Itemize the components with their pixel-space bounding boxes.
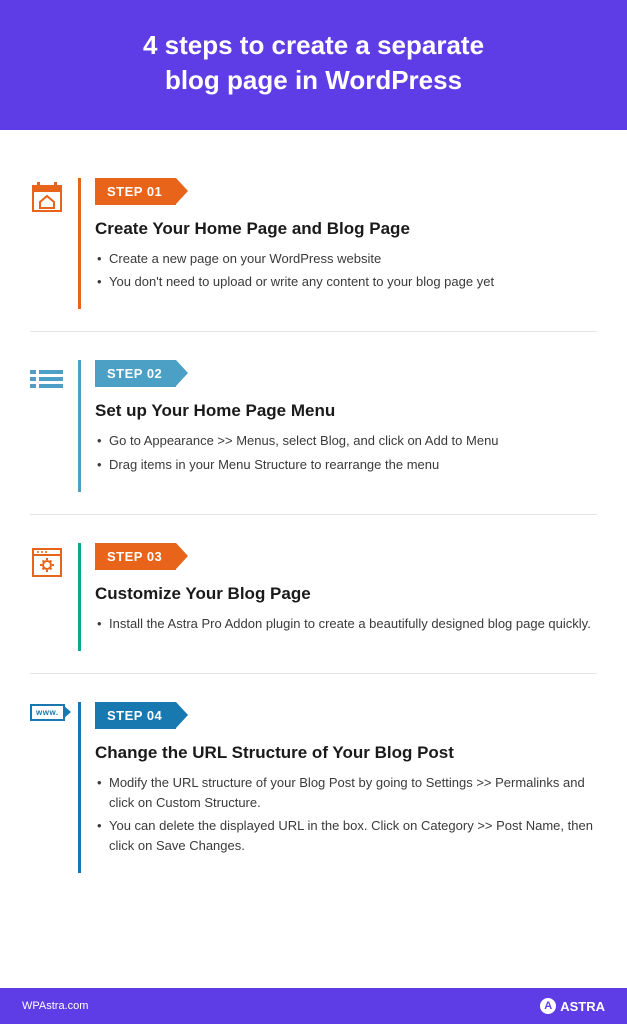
- step-1-bullets: Create a new page on your WordPress webs…: [95, 249, 597, 292]
- footer-brand: A ASTRA: [540, 998, 605, 1014]
- step-3-body: STEP 03 Customize Your Blog Page Install…: [78, 543, 597, 651]
- menu-list-icon: [30, 360, 78, 491]
- calendar-home-icon: [30, 178, 78, 309]
- step-4-bullets: Modify the URL structure of your Blog Po…: [95, 773, 597, 857]
- brand-text: ASTRA: [560, 999, 605, 1014]
- www-label: www.: [30, 704, 65, 721]
- list-item: Drag items in your Menu Structure to rea…: [95, 455, 597, 475]
- step-1-body: STEP 01 Create Your Home Page and Blog P…: [78, 178, 597, 309]
- list-item: Modify the URL structure of your Blog Po…: [95, 773, 597, 813]
- header: 4 steps to create a separate blog page i…: [0, 0, 627, 130]
- divider: [30, 331, 597, 332]
- list-item: You don't need to upload or write any co…: [95, 272, 597, 292]
- step-4-body: STEP 04 Change the URL Structure of Your…: [78, 702, 597, 874]
- step-4: www. STEP 04 Change the URL Structure of…: [30, 702, 597, 874]
- step-2-body: STEP 02 Set up Your Home Page Menu Go to…: [78, 360, 597, 491]
- step-2-title: Set up Your Home Page Menu: [95, 401, 597, 421]
- step-4-title: Change the URL Structure of Your Blog Po…: [95, 743, 597, 763]
- step-3-bullets: Install the Astra Pro Addon plugin to cr…: [95, 614, 597, 634]
- brand-logo-icon: A: [540, 998, 556, 1014]
- settings-window-icon: [30, 543, 78, 651]
- title-line-1: 4 steps to create a separate: [143, 30, 484, 60]
- divider: [30, 673, 597, 674]
- divider: [30, 514, 597, 515]
- list-item: You can delete the displayed URL in the …: [95, 816, 597, 856]
- list-item: Create a new page on your WordPress webs…: [95, 249, 597, 269]
- step-3-badge: STEP 03: [95, 543, 176, 570]
- url-www-icon: www.: [30, 702, 78, 874]
- list-item: Go to Appearance >> Menus, select Blog, …: [95, 431, 597, 451]
- step-3: STEP 03 Customize Your Blog Page Install…: [30, 543, 597, 651]
- step-1-badge: STEP 01: [95, 178, 176, 205]
- page-title: 4 steps to create a separate blog page i…: [20, 28, 607, 98]
- step-2-badge: STEP 02: [95, 360, 176, 387]
- footer: WPAstra.com A ASTRA: [0, 988, 627, 1024]
- step-1: STEP 01 Create Your Home Page and Blog P…: [30, 178, 597, 309]
- step-2: STEP 02 Set up Your Home Page Menu Go to…: [30, 360, 597, 491]
- list-item: Install the Astra Pro Addon plugin to cr…: [95, 614, 597, 634]
- step-3-title: Customize Your Blog Page: [95, 584, 597, 604]
- content: STEP 01 Create Your Home Page and Blog P…: [0, 130, 627, 988]
- title-line-2: blog page in WordPress: [165, 65, 462, 95]
- footer-site: WPAstra.com: [22, 1000, 88, 1012]
- step-4-badge: STEP 04: [95, 702, 176, 729]
- step-2-bullets: Go to Appearance >> Menus, select Blog, …: [95, 431, 597, 474]
- step-1-title: Create Your Home Page and Blog Page: [95, 219, 597, 239]
